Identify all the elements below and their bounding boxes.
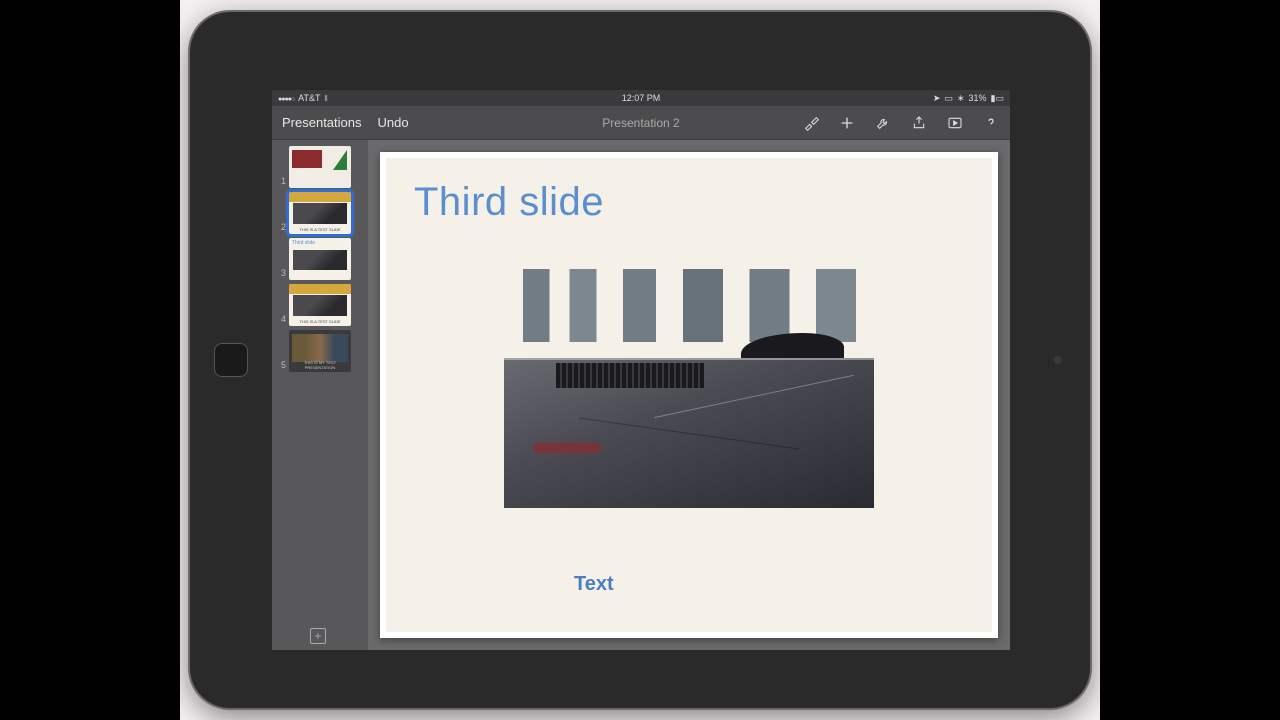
home-button[interactable] <box>214 343 248 377</box>
tools-wrench-icon[interactable] <box>874 114 892 132</box>
slide-thumbnail-4[interactable]: THIS IS A TEST SLIDE <box>289 284 351 326</box>
slide-canvas[interactable]: Third slide Text <box>380 152 998 638</box>
format-brush-icon[interactable] <box>802 114 820 132</box>
undo-button[interactable]: Undo <box>378 115 409 130</box>
status-left: AT&T ⧛ <box>278 93 328 104</box>
location-icon: ➤ <box>933 93 941 104</box>
front-camera <box>1054 356 1062 364</box>
app-screen: AT&T ⧛ 12:07 PM ➤ ▭ ∗ 31% ▮▭ Presentatio… <box>272 90 1010 650</box>
slide-image[interactable] <box>504 258 874 508</box>
carrier-label: AT&T <box>298 93 320 103</box>
document-title: Presentation 2 <box>602 116 679 130</box>
toolbar-right <box>802 114 1000 132</box>
thumb-number: 1 <box>276 176 286 188</box>
thumb-number: 3 <box>276 268 286 280</box>
slide-thumbnail-2[interactable]: THIS IS A TEST SLIDE <box>289 192 351 234</box>
share-icon[interactable] <box>910 114 928 132</box>
thumb-number: 2 <box>276 222 286 234</box>
thumb-number: 5 <box>276 360 286 372</box>
letterbox-left <box>0 0 180 720</box>
ipad-frame: AT&T ⧛ 12:07 PM ➤ ▭ ∗ 31% ▮▭ Presentatio… <box>190 12 1090 708</box>
battery-icon: ▮▭ <box>991 93 1004 104</box>
display-icon: ▭ <box>944 93 953 104</box>
wifi-icon: ⧛ <box>324 93 327 104</box>
add-icon[interactable] <box>838 114 856 132</box>
slide-thumbnail-1[interactable] <box>289 146 351 188</box>
slide-caption-text[interactable]: Text <box>574 573 614 596</box>
workspace: 1 2 THIS IS A TEST SLIDE 3 <box>272 140 1010 650</box>
slide-thumbnail-3[interactable]: Third slide <box>289 238 351 280</box>
add-slide-button[interactable]: + <box>310 628 326 644</box>
help-icon[interactable] <box>982 114 1000 132</box>
letterbox-right <box>1100 0 1280 720</box>
battery-label: 31% <box>969 93 987 103</box>
status-right: ➤ ▭ ∗ 31% ▮▭ <box>933 93 1004 104</box>
clock-label: 12:07 PM <box>622 93 661 103</box>
signal-dots-icon <box>278 93 294 103</box>
bluetooth-icon: ∗ <box>957 93 965 104</box>
canvas-area: Third slide Text <box>368 140 1010 650</box>
status-bar: AT&T ⧛ 12:07 PM ➤ ▭ ∗ 31% ▮▭ <box>272 90 1010 106</box>
play-icon[interactable] <box>946 114 964 132</box>
slide-thumbnail-5[interactable]: THIS IS MY TEST PRESENTATION <box>289 330 351 372</box>
presentations-button[interactable]: Presentations <box>282 115 362 130</box>
slide-title-text[interactable]: Third slide <box>414 180 964 225</box>
slide-navigator: 1 2 THIS IS A TEST SLIDE 3 <box>272 140 368 650</box>
app-toolbar: Presentations Undo Presentation 2 <box>272 106 1010 140</box>
thumb-number: 4 <box>276 314 286 326</box>
